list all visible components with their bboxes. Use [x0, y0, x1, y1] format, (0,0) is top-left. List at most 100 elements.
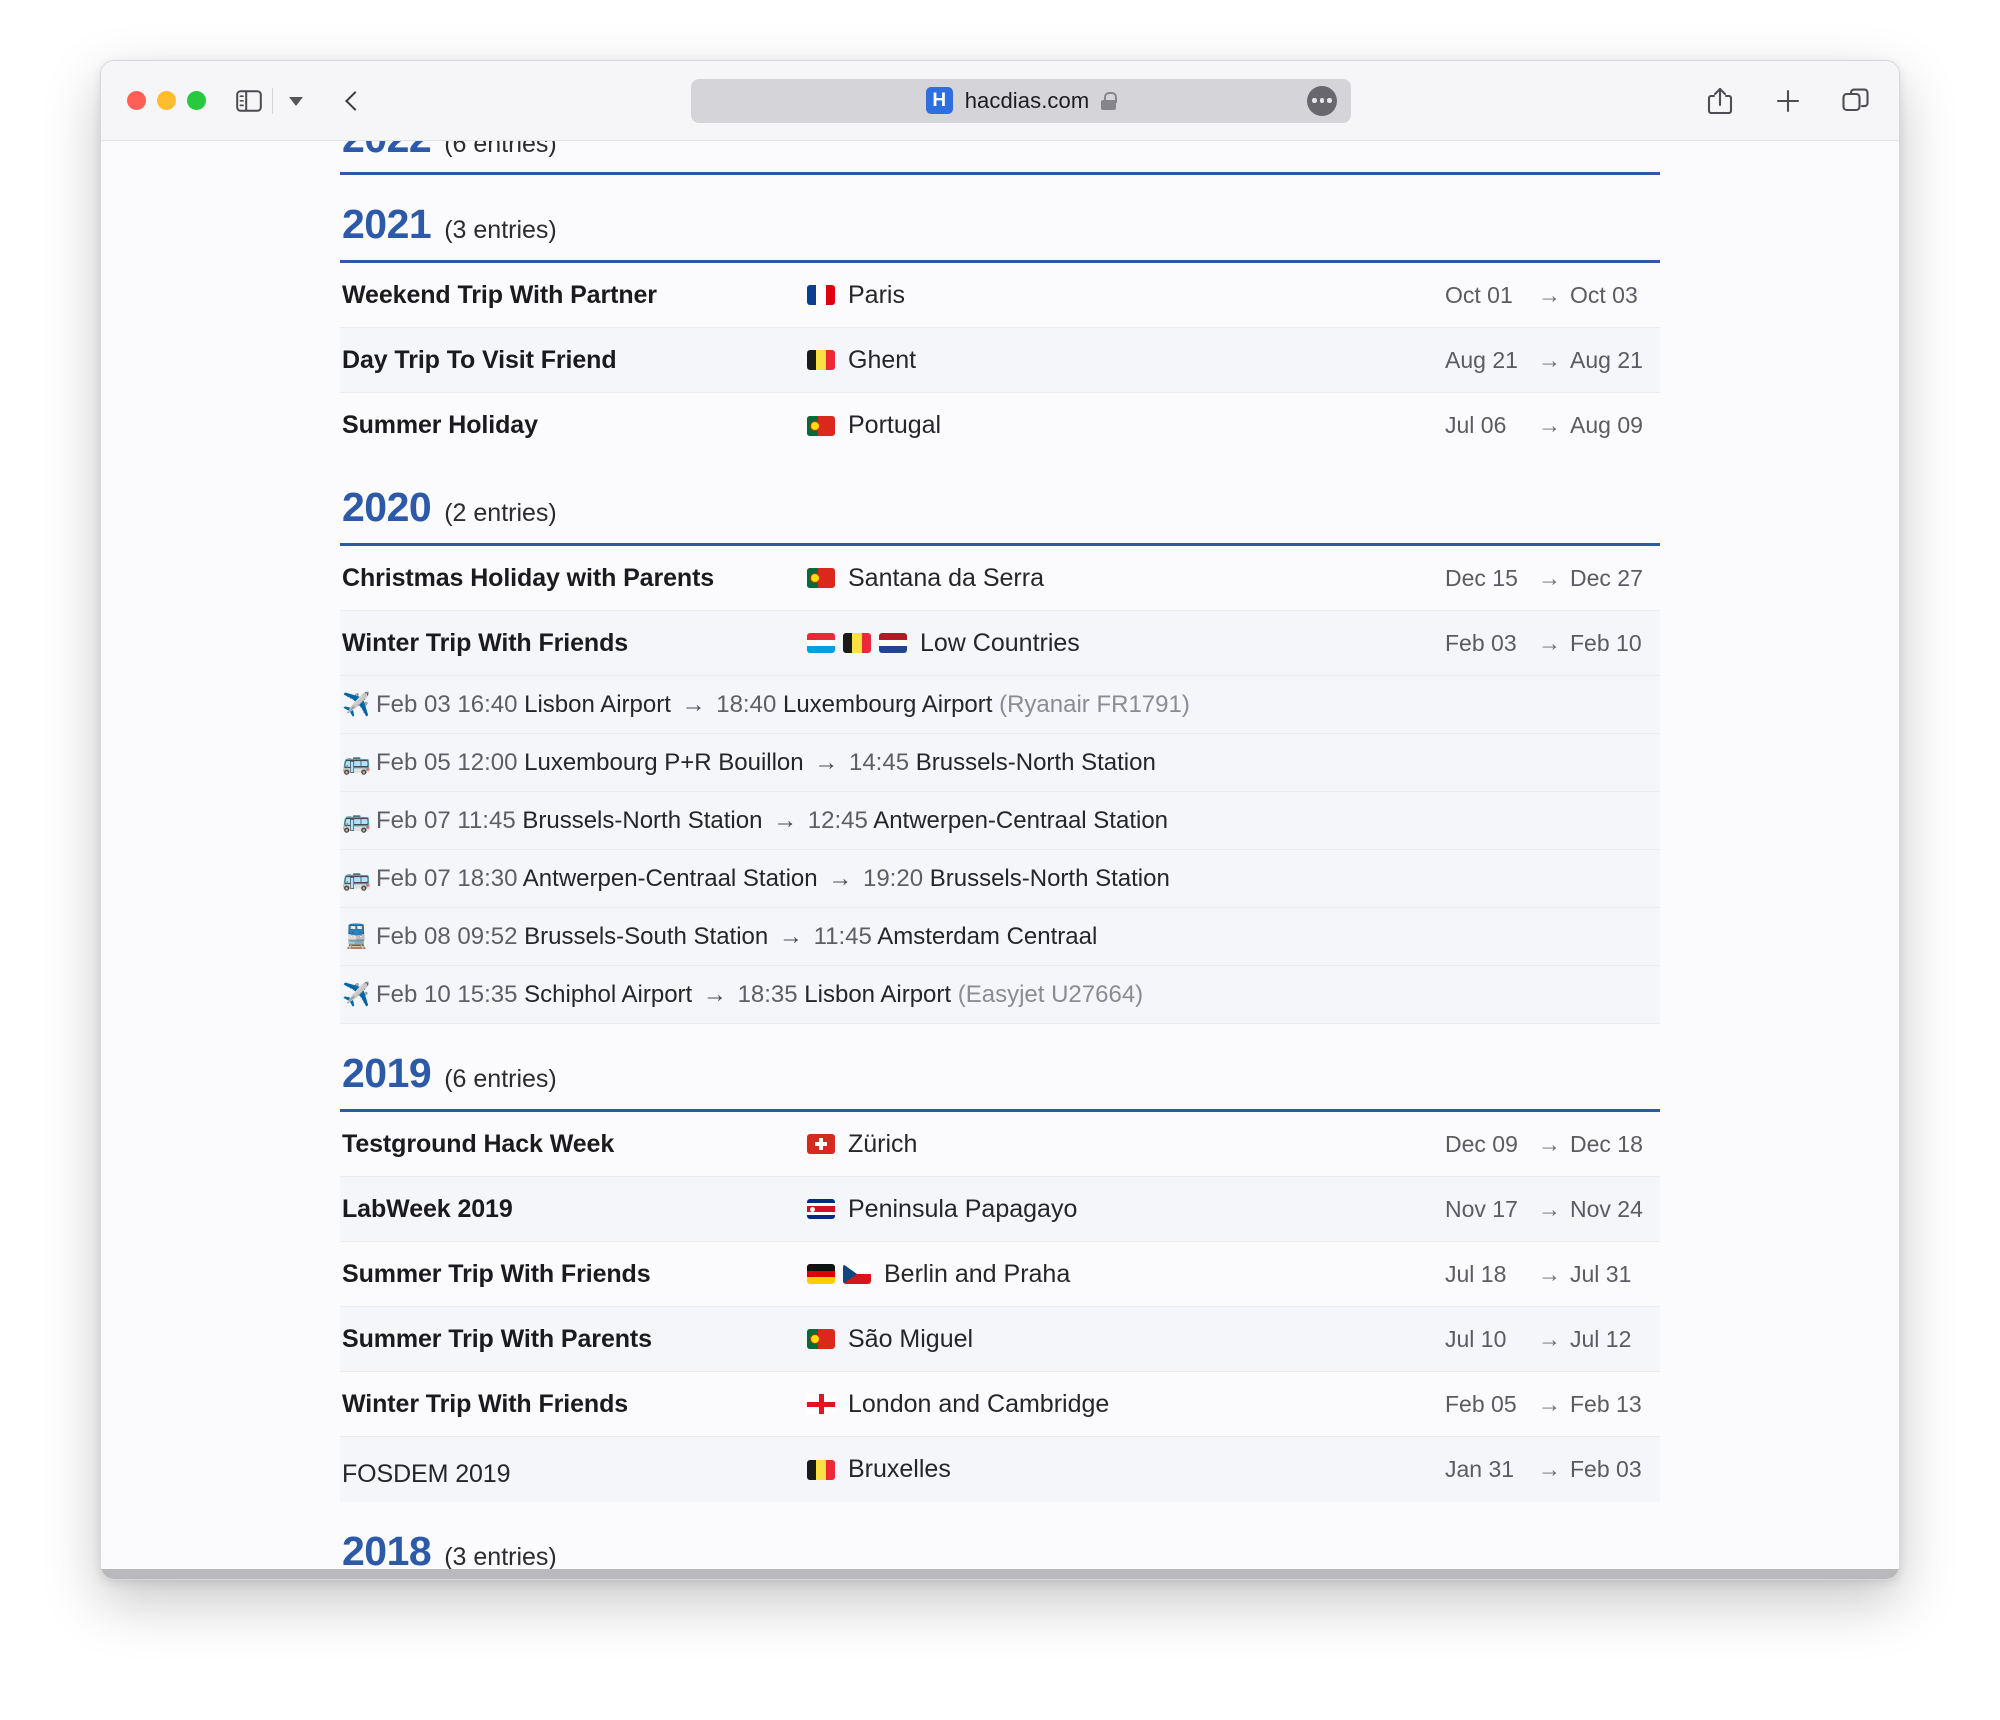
year-heading-2021: 2021 (3 entries)	[340, 175, 1660, 260]
trip-location: Santana da Serra	[807, 564, 1439, 593]
maximize-window-button[interactable]	[187, 91, 206, 110]
table-row[interactable]: LabWeek 2019 Peninsula Papagayo Nov 17 → Nov…	[340, 1177, 1660, 1242]
year-entry-count: (3 entries)	[444, 1543, 557, 1571]
table-row[interactable]: Christmas Holiday with Parents Santana da…	[340, 546, 1660, 611]
trip-name: Summer Trip With Friends	[342, 1259, 651, 1288]
trip-end-date: Dec 18	[1570, 1130, 1643, 1157]
trip-start-date: Jul 10	[1445, 1325, 1507, 1352]
leg-departure-time: 11:45	[457, 806, 516, 834]
trip-end-date: Feb 10	[1570, 629, 1642, 656]
table-row[interactable]: Weekend Trip With Partner Paris Oct 01 → Oct…	[340, 263, 1660, 328]
trip-end-date: Dec 27	[1570, 564, 1643, 591]
address-bar[interactable]: H hacdias.com	[691, 78, 1351, 123]
leg-departure-place: Lisbon Airport	[524, 690, 671, 718]
sidebar-toggle-button[interactable]	[232, 84, 266, 118]
year-entry-count: (2 entries)	[444, 499, 557, 527]
travel-log: 2022 (6 entries) 2021 (3 entries) Weekend Tr…	[340, 141, 1660, 1579]
transport-leg-text: Feb 03 16:40 Lisbon Airport → 18:40 Luxe…	[376, 691, 1190, 719]
sidebar-dropdown-button[interactable]	[279, 84, 313, 118]
year-entry-count: (6 entries)	[444, 141, 557, 158]
table-row[interactable]: Summer Holiday Portugal Jul 06 → Aug 09	[340, 393, 1660, 458]
trip-location: Berlin and Praha	[807, 1260, 1439, 1289]
country-flags	[807, 1329, 835, 1349]
trip-date-range: Dec 15 → Dec 27	[1439, 565, 1654, 592]
trip-start-date: Jul 06	[1445, 412, 1507, 438]
browser-toolbar: H hacdias.com	[101, 61, 1899, 141]
trip-name: LabWeek 2019	[342, 1194, 513, 1223]
toolbar-right-actions	[1703, 84, 1873, 118]
transport-leg-row: ✈️ Feb 03 16:40 Lisbon Airport → 18:40 Lu…	[340, 676, 1660, 734]
transport-leg-row: 🚆 Feb 08 09:52 Brussels-South Station → 1…	[340, 908, 1660, 966]
leg-departure-place: Antwerpen-Centraal Station	[522, 864, 818, 892]
trip-location: Zürich	[807, 1130, 1439, 1159]
minimize-window-button[interactable]	[157, 91, 176, 110]
trip-start-date: Dec 09	[1445, 1130, 1518, 1157]
trip-date-range: Feb 05 → Feb 13	[1439, 1391, 1654, 1418]
trip-end-date: Jul 31	[1570, 1260, 1632, 1287]
date-arrow-icon: →	[1538, 412, 1561, 438]
flag-pt-icon	[807, 415, 835, 436]
trip-location-label: Zürich	[848, 1129, 918, 1158]
transport-leg-row: ✈️ Feb 10 15:35 Schiphol Airport → 18:35 …	[340, 966, 1660, 1024]
leg-date: Feb 07	[376, 806, 451, 834]
back-button[interactable]	[335, 84, 369, 118]
table-row[interactable]: Winter Trip With Friends London and Cambr…	[340, 1372, 1660, 1437]
trip-name: Winter Trip With Friends	[342, 1389, 629, 1418]
share-button[interactable]	[1703, 84, 1737, 118]
country-flags	[807, 1459, 835, 1480]
country-flags	[807, 1199, 835, 1219]
trip-location-label: São Miguel	[848, 1324, 974, 1353]
leg-arrow-icon: →	[674, 690, 713, 718]
leg-arrival-place: Brussels-North Station	[915, 748, 1156, 776]
table-row[interactable]: Summer Trip With Friends Berlin and Praha…	[340, 1242, 1660, 1307]
date-arrow-icon: →	[1538, 629, 1561, 656]
trip-start-date: Dec 15	[1445, 564, 1518, 591]
new-tab-button[interactable]	[1771, 84, 1805, 118]
transport-leg-row: 🚌 Feb 07 11:45 Brussels-North Station → 1…	[340, 792, 1660, 850]
table-row[interactable]: Testground Hack Week Zürich Dec 09 → Dec 18	[340, 1112, 1660, 1177]
transport-leg-text: Feb 05 12:00 Luxembourg P+R Bouillon → 1…	[376, 749, 1156, 777]
plus-icon	[1776, 89, 1800, 112]
page-content[interactable]: 2022 (6 entries) 2021 (3 entries) Weekend Tr…	[101, 141, 1899, 1579]
browser-window: H hacdias.com (6 entries) 2021 (3 entrie…	[100, 60, 1900, 1580]
date-arrow-icon: →	[1538, 1195, 1561, 1222]
trip-name: Weekend Trip With Partner	[342, 280, 657, 309]
tab-overview-button[interactable]	[1839, 84, 1873, 118]
flag-ch-icon	[807, 1134, 835, 1154]
leg-departure-place: Schiphol Airport	[524, 980, 693, 1008]
year-label: 2018	[342, 1528, 432, 1574]
leg-date: Feb 07	[376, 864, 451, 892]
trip-location-label: Bruxelles	[848, 1455, 951, 1483]
website-settings-button[interactable]	[1307, 85, 1337, 116]
trip-location-label: Low Countries	[920, 628, 1080, 657]
date-arrow-icon: →	[1538, 1325, 1561, 1352]
country-flags	[807, 1394, 835, 1414]
leg-arrival-place: Luxembourg Airport	[782, 690, 993, 718]
desktop-background: H hacdias.com (6 entries) 2021 (3 entrie…	[0, 0, 2000, 1720]
trip-date-range: Oct 01 → Oct 03	[1439, 282, 1654, 309]
share-icon	[1707, 87, 1733, 114]
trip-end-date: Feb 03	[1570, 1456, 1642, 1482]
trip-end-date: Feb 13	[1570, 1390, 1642, 1417]
flag-be-icon	[807, 350, 835, 370]
table-row[interactable]: Day Trip To Visit Friend Ghent Aug 21 → Aug …	[340, 328, 1660, 393]
table-row[interactable]: Winter Trip With Friends Low Countries Feb…	[340, 611, 1660, 676]
bus-icon: 🚌	[342, 865, 371, 891]
flag-be-icon	[807, 1459, 835, 1480]
leg-arrival-time: 18:35	[737, 980, 798, 1008]
tab-overview-icon	[1842, 88, 1869, 111]
train-icon: 🚆	[342, 923, 371, 949]
bus-icon: 🚌	[342, 749, 371, 775]
transport-leg-text: Feb 07 11:45 Brussels-North Station → 12…	[376, 807, 1168, 835]
country-flags	[807, 350, 835, 370]
trip-location-label: Peninsula Papagayo	[848, 1194, 1078, 1223]
plane-icon: ✈️	[342, 691, 371, 717]
table-row[interactable]: Summer Trip With Parents São Miguel Jul 10…	[340, 1307, 1660, 1372]
table-row[interactable]: FOSDEM 2019 Bruxelles Jan 31 → Feb 03	[340, 1437, 1660, 1502]
flag-cr-icon	[807, 1199, 835, 1219]
leg-arrow-icon: →	[821, 864, 859, 892]
date-arrow-icon: →	[1538, 281, 1561, 308]
trip-list: Christmas Holiday with Parents Santana da…	[340, 546, 1660, 1024]
close-window-button[interactable]	[127, 91, 146, 110]
trip-start-date: Aug 21	[1445, 346, 1518, 373]
